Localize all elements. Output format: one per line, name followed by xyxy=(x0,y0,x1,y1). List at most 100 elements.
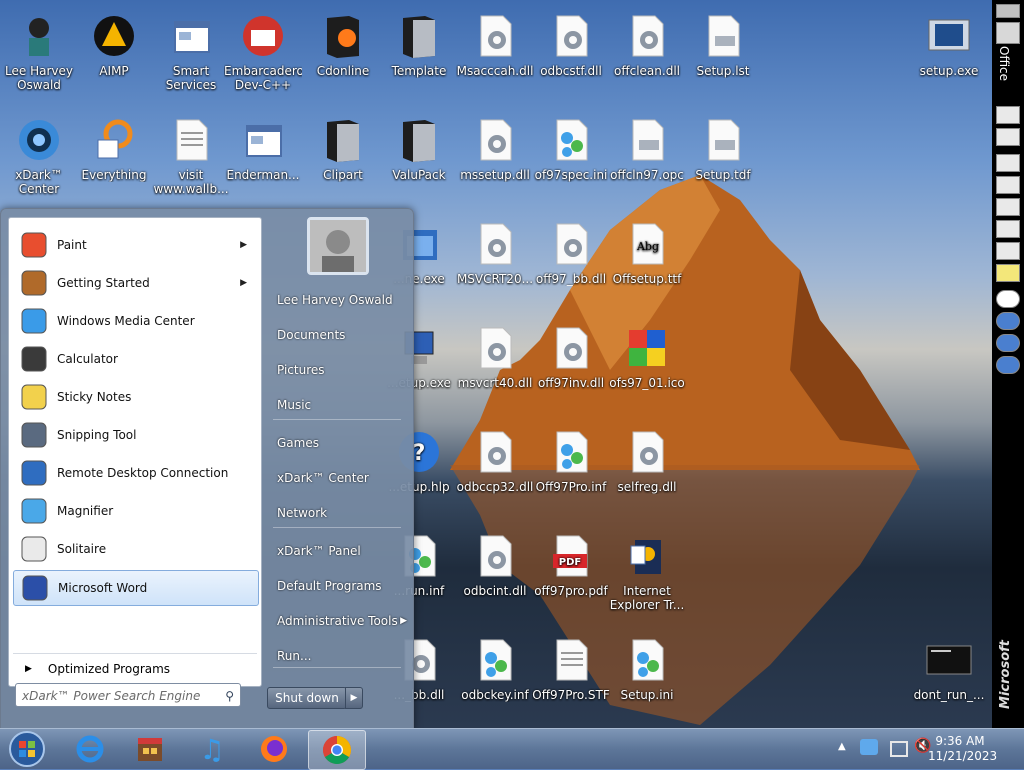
shutdown-options-arrow[interactable]: ▶ xyxy=(345,687,363,709)
start-link-games[interactable]: Games xyxy=(271,430,415,456)
search-app-icon xyxy=(97,119,133,159)
desktop-icon[interactable]: ValuPack xyxy=(380,110,458,210)
desktop-icon[interactable]: off97_bb.dll xyxy=(532,214,610,314)
window-icon xyxy=(246,125,282,157)
desktop-icon[interactable]: Embarcadero Dev-C++ xyxy=(224,6,302,106)
desktop-icon[interactable]: Setup.lst xyxy=(684,6,762,106)
office-menu-icon[interactable] xyxy=(996,22,1020,44)
start-menu-item-label: Calculator xyxy=(57,352,118,366)
settings-file-icon xyxy=(632,119,664,161)
search-input[interactable]: xDark™ Power Search Engine ⚲ xyxy=(15,683,241,707)
desktop-icon[interactable]: Cdonline xyxy=(304,6,382,106)
desktop-icon-label: Enderman... xyxy=(226,168,300,182)
start-link-label: Default Programs xyxy=(277,579,382,593)
desktop-icon[interactable]: offclean.dll xyxy=(608,6,686,106)
desktop-icon[interactable]: odbccp32.dll xyxy=(456,422,534,522)
start-menu-item-paint[interactable]: Paint ▶ xyxy=(13,228,257,262)
office-assistant-icon[interactable] xyxy=(996,290,1020,308)
taskbar-internet-explorer[interactable] xyxy=(62,730,118,768)
start-menu-item-snipping-tool[interactable]: Snipping Tool xyxy=(13,418,257,452)
desktop-icon[interactable]: Lee Harvey Oswald xyxy=(0,6,78,106)
desktop-icon[interactable]: Setup.ini xyxy=(608,630,686,728)
desktop-icon[interactable]: of97spec.ini xyxy=(532,110,610,210)
help-icon[interactable] xyxy=(996,312,1020,330)
contact-icon[interactable] xyxy=(996,220,1020,238)
clock-date: 11/21/2023 xyxy=(928,749,998,763)
desktop-icon[interactable]: Enderman... xyxy=(224,110,302,210)
start-menu-item-getting-started[interactable]: Getting Started ▶ xyxy=(13,266,257,300)
svg-text:Abg: Abg xyxy=(636,240,659,253)
user-avatar[interactable] xyxy=(307,217,369,275)
desktop-icon[interactable]: Smart Services xyxy=(152,6,230,106)
start-link-run-[interactable]: Run... xyxy=(271,643,415,669)
start-link-lee-harvey-oswald[interactable]: Lee Harvey Oswald xyxy=(271,287,415,313)
system-clock[interactable]: 9:36 AM 11/21/2023 xyxy=(928,734,998,764)
desktop-icon[interactable]: off97inv.dll xyxy=(532,318,610,418)
help-icon-3[interactable] xyxy=(996,356,1020,374)
start-link-pictures[interactable]: Pictures xyxy=(271,357,415,383)
desktop-icon[interactable]: mssetup.dll xyxy=(456,110,534,210)
taskbar-music-player[interactable]: ♫ xyxy=(184,730,240,768)
desktop-icon[interactable]: Setup.tdf xyxy=(684,110,762,210)
taskbar-chrome[interactable] xyxy=(308,730,366,770)
desktop-icon[interactable]: Clipart xyxy=(304,110,382,210)
desktop-icon-label: off97_bb.dll xyxy=(535,272,607,286)
show-hidden-icons-button[interactable]: ▲ xyxy=(838,741,846,752)
start-menu-item-windows-media-center[interactable]: Windows Media Center xyxy=(13,304,257,338)
desktop-icon[interactable]: Off97Pro.inf xyxy=(532,422,610,522)
start-menu-item-solitaire[interactable]: Solitaire xyxy=(13,532,257,566)
desktop-icon[interactable]: Off97Pro.STF xyxy=(532,630,610,728)
start-menu-item-sticky-notes[interactable]: Sticky Notes xyxy=(13,380,257,414)
desktop-icon-label: visit www.wallb... xyxy=(153,168,229,196)
tray-app-icon[interactable] xyxy=(860,739,878,755)
taskbar-store[interactable] xyxy=(122,730,178,768)
desktop-icon[interactable]: setup.exe xyxy=(910,6,988,106)
open-document-icon[interactable] xyxy=(996,128,1020,146)
desktop-icon[interactable]: Internet Explorer Tr... xyxy=(608,526,686,626)
xdark-icon xyxy=(19,120,59,160)
start-button[interactable] xyxy=(0,730,54,768)
new-document-icon[interactable] xyxy=(996,106,1020,124)
desktop-icon[interactable]: PDF off97pro.pdf xyxy=(532,526,610,626)
start-link-network[interactable]: Network xyxy=(271,500,415,526)
desktop-icon[interactable]: visit www.wallb... xyxy=(152,110,230,210)
start-link-documents[interactable]: Documents xyxy=(271,322,415,348)
network-icon[interactable] xyxy=(890,741,908,757)
desktop-icon[interactable]: ofs97_01.ico xyxy=(608,318,686,418)
start-menu-item-magnifier[interactable]: Magnifier xyxy=(13,494,257,528)
desktop-icon-label: offcln97.opc xyxy=(610,168,684,182)
desktop-icon[interactable]: Everything xyxy=(75,110,153,210)
desktop-icon[interactable]: xDark™ Center xyxy=(0,110,78,210)
task-icon[interactable] xyxy=(996,198,1020,216)
start-menu-item-remote-desktop-connection[interactable]: Remote Desktop Connection xyxy=(13,456,257,490)
start-link-xdark-panel[interactable]: xDark™ Panel xyxy=(271,538,415,564)
start-link-administrative-tools[interactable]: Administrative Tools ▶ xyxy=(271,608,415,634)
search-icon[interactable]: ⚲ xyxy=(225,684,234,708)
taskbar-firefox[interactable] xyxy=(246,730,302,768)
start-menu-item-calculator[interactable]: Calculator xyxy=(13,342,257,376)
start-link-xdark-center[interactable]: xDark™ Center xyxy=(271,465,415,491)
journal-icon[interactable] xyxy=(996,242,1020,260)
desktop-icon[interactable]: selfreg.dll xyxy=(608,422,686,522)
note-icon[interactable] xyxy=(996,264,1020,282)
desktop-icon[interactable]: Template xyxy=(380,6,458,106)
appointment-icon[interactable] xyxy=(996,176,1020,194)
help-icon-2[interactable] xyxy=(996,334,1020,352)
desktop-icon[interactable]: dont_run_... xyxy=(910,630,988,728)
send-icon[interactable] xyxy=(996,154,1020,172)
start-menu-item-microsoft-word[interactable]: Microsoft Word xyxy=(13,570,259,606)
start-link-music[interactable]: Music xyxy=(271,392,415,418)
desktop-icon[interactable]: odbcint.dll xyxy=(456,526,534,626)
desktop-icon[interactable]: msvcrt40.dll xyxy=(456,318,534,418)
desktop-icon[interactable]: MSVCRT20... xyxy=(456,214,534,314)
desktop-icon[interactable]: odbcstf.dll xyxy=(532,6,610,106)
optimized-programs-item[interactable]: ▶ Optimized Programs xyxy=(13,653,257,684)
desktop-icon[interactable]: odbckey.inf xyxy=(456,630,534,728)
desktop-icon[interactable]: Abg Offsetup.ttf xyxy=(608,214,686,314)
shutdown-button[interactable]: Shut down xyxy=(267,687,347,709)
start-link-default-programs[interactable]: Default Programs xyxy=(271,573,415,599)
office-logo-icon[interactable] xyxy=(996,4,1020,18)
desktop-icon[interactable]: AIMP xyxy=(75,6,153,106)
desktop-icon[interactable]: Msacccah.dll xyxy=(456,6,534,106)
desktop-icon[interactable]: offcln97.opc xyxy=(608,110,686,210)
